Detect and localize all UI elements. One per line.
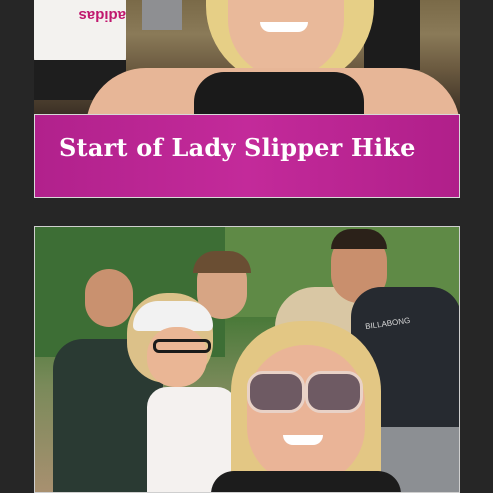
sunglasses-right bbox=[305, 371, 363, 413]
caption-title: Start of Lady Slipper Hike bbox=[59, 133, 416, 162]
smile bbox=[260, 22, 308, 32]
person-grey-shirt bbox=[142, 0, 182, 30]
top-photo: adidas bbox=[34, 0, 460, 114]
man-right-hair bbox=[331, 229, 387, 249]
caption-banner: Start of Lady Slipper Hike bbox=[34, 114, 460, 198]
front-woman-face bbox=[247, 345, 365, 485]
sunglasses-left bbox=[247, 371, 305, 413]
man-left-head bbox=[85, 269, 133, 327]
bottom-photo: BILLABONG bbox=[34, 226, 460, 493]
front-woman-top bbox=[211, 471, 401, 492]
adidas-shirt-text: adidas bbox=[78, 7, 126, 24]
cap-woman-face bbox=[147, 327, 207, 387]
glasses bbox=[153, 339, 211, 353]
black-tank-top bbox=[194, 72, 364, 114]
front-woman-smile bbox=[283, 435, 323, 445]
